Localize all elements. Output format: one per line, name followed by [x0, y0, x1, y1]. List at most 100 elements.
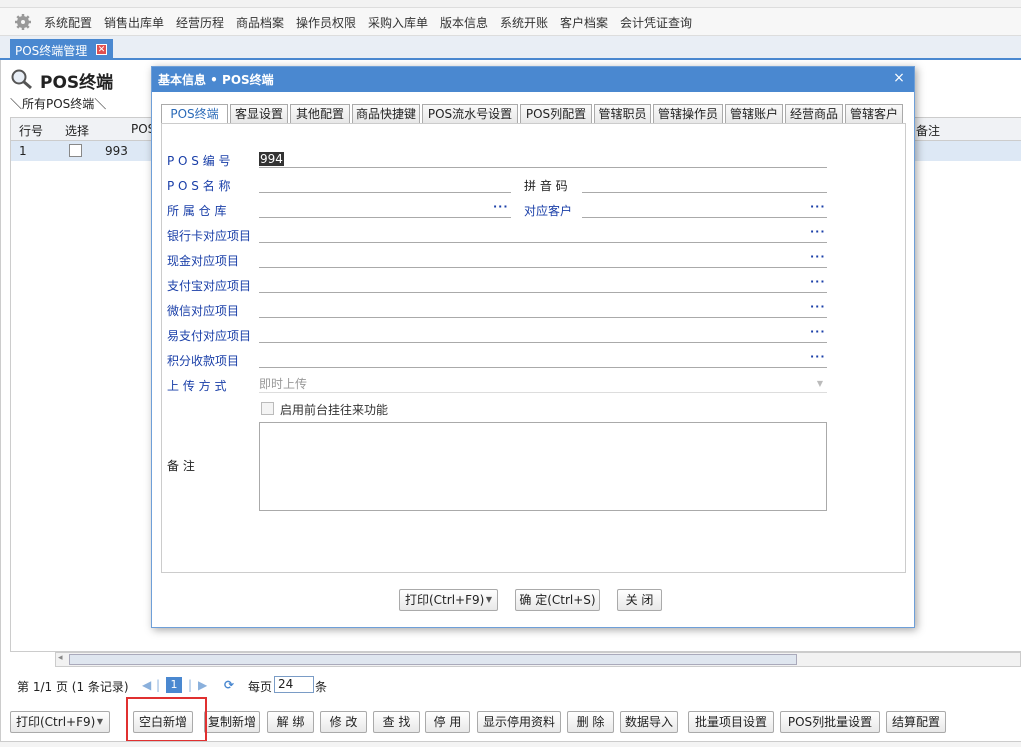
bank-card-lookup-icon[interactable]: ··· — [810, 225, 826, 238]
warehouse-label: 所 属 仓 库 — [167, 204, 227, 218]
dialog-close-button[interactable]: 关 闭 — [617, 589, 662, 611]
bank-card-item-label: 银行卡对应项目 — [167, 229, 252, 243]
tab-customer-display[interactable]: 客显设置 — [230, 104, 288, 124]
quick-toolbar: 系统配置 销售出库单 经营历程 商品档案 操作员权限 采购入库单 版本信息 系统… — [0, 8, 1021, 36]
chevron-down-icon: ▼ — [96, 717, 103, 726]
row-pos-no: 993 — [105, 144, 128, 158]
dialog-print-button[interactable]: 打印(Ctrl+F9) ▼ — [399, 589, 498, 611]
points-lookup-icon[interactable]: ··· — [810, 350, 826, 363]
data-import-button[interactable]: 数据导入 — [620, 711, 678, 733]
status-bar — [0, 741, 1021, 747]
tab-product-hotkeys[interactable]: 商品快捷键 — [352, 104, 420, 124]
tab-business-products[interactable]: 经营商品 — [785, 104, 843, 124]
tab-managed-operators[interactable]: 管辖操作员 — [653, 104, 723, 124]
customer-lookup-icon[interactable]: ··· — [810, 200, 826, 213]
pos-no-label: P O S 编 号 — [167, 154, 231, 168]
points-item-field[interactable] — [259, 351, 827, 368]
confirm-button[interactable]: 确 定(Ctrl+S) — [515, 589, 600, 611]
pos-name-label: P O S 名 称 — [167, 179, 231, 193]
bank-card-item-field[interactable] — [259, 226, 827, 243]
yipay-item-field[interactable] — [259, 326, 827, 343]
upload-mode-value: 即时上传 — [259, 377, 308, 391]
remark-label: 备 注 — [167, 459, 195, 473]
wechat-item-label: 微信对应项目 — [167, 304, 240, 318]
quick-link-purchase-inbound[interactable]: 采购入库单 — [368, 14, 428, 31]
tab-pos-terminal-management[interactable]: POS终端管理 ✕ — [10, 39, 113, 60]
customer-field[interactable] — [582, 201, 827, 218]
settlement-config-button[interactable]: 结算配置 — [886, 711, 946, 733]
edit-button[interactable]: 修 改 — [320, 711, 367, 733]
quick-link-customer-archive[interactable]: 客户档案 — [560, 14, 608, 31]
tab-managed-accounts[interactable]: 管辖账户 — [725, 104, 783, 124]
upload-mode-select[interactable]: 即时上传 ▼ — [259, 376, 827, 393]
warehouse-field[interactable] — [259, 201, 511, 218]
page-size-input[interactable]: 24 — [274, 676, 314, 693]
pos-no-field[interactable]: 994 — [259, 151, 827, 168]
close-icon[interactable]: ✕ — [96, 44, 107, 55]
show-disabled-button[interactable]: 显示停用资料 — [477, 711, 561, 733]
tab-managed-staff[interactable]: 管辖职员 — [594, 104, 651, 124]
pinyin-label: 拼 音 码 — [524, 179, 568, 193]
copy-new-button[interactable]: 复制新增 — [204, 711, 260, 733]
next-page-icon[interactable]: ▶ — [198, 678, 207, 692]
quick-link-product-archive[interactable]: 商品档案 — [236, 14, 284, 31]
remark-textarea[interactable] — [259, 422, 827, 511]
find-button[interactable]: 查 找 — [373, 711, 420, 733]
magnifier-icon — [11, 69, 32, 90]
column-header-remark[interactable]: 备注 — [916, 122, 940, 139]
tab-other-config[interactable]: 其他配置 — [290, 104, 350, 124]
disable-button[interactable]: 停 用 — [425, 711, 470, 733]
enable-front-credit-checkbox[interactable] — [261, 402, 274, 415]
batch-item-settings-button[interactable]: 批量项目设置 — [688, 711, 774, 733]
scrollbar-thumb[interactable] — [69, 654, 797, 665]
column-header-select[interactable]: 选择 — [65, 122, 89, 139]
quick-link-sales-outbound[interactable]: 销售出库单 — [104, 14, 164, 31]
column-header-line-no[interactable]: 行号 — [19, 122, 43, 139]
cash-item-field[interactable] — [259, 251, 827, 268]
tab-managed-customers[interactable]: 管辖客户 — [845, 104, 903, 124]
pager: 第 1/1 页 (1 条记录) ◀ | 1 | ▶ ⟳ 每页 24 条 — [10, 675, 1021, 697]
tab-pos-serial-settings[interactable]: POS流水号设置 — [422, 104, 518, 124]
quick-link-system-opening[interactable]: 系统开账 — [500, 14, 548, 31]
page-divider: | — [188, 678, 193, 692]
quick-link-operator-permission[interactable]: 操作员权限 — [296, 14, 356, 31]
close-icon[interactable]: × — [892, 71, 906, 86]
yipay-item-label: 易支付对应项目 — [167, 329, 252, 343]
pos-name-field[interactable] — [259, 176, 511, 193]
wechat-item-field[interactable] — [259, 301, 827, 318]
enable-front-credit-label: 启用前台挂往来功能 — [280, 403, 389, 417]
warehouse-lookup-icon[interactable]: ··· — [493, 200, 509, 213]
quick-link-voucher-query[interactable]: 会计凭证查询 — [620, 14, 692, 31]
row-select-checkbox[interactable] — [69, 144, 82, 157]
menu-bar — [0, 0, 1021, 8]
alipay-item-label: 支付宝对应项目 — [167, 279, 252, 293]
gear-icon[interactable] — [14, 13, 32, 31]
quick-link-system-config[interactable]: 系统配置 — [44, 14, 92, 31]
horizontal-scrollbar[interactable]: ◂ — [55, 652, 1021, 667]
wechat-lookup-icon[interactable]: ··· — [810, 300, 826, 313]
current-page-button[interactable]: 1 — [166, 677, 182, 693]
tab-pos-column-config[interactable]: POS列配置 — [520, 104, 592, 124]
cash-lookup-icon[interactable]: ··· — [810, 250, 826, 263]
cash-item-label: 现金对应项目 — [167, 254, 240, 268]
print-dropdown-button[interactable]: 打印(Ctrl+F9) ▼ — [10, 711, 110, 733]
page-divider: | — [156, 678, 161, 692]
tab-pos-terminal[interactable]: POS终端 — [161, 104, 228, 125]
prev-page-icon[interactable]: ◀ — [142, 678, 151, 692]
document-tab-strip: POS终端管理 ✕ — [0, 36, 1021, 60]
refresh-icon[interactable]: ⟳ — [224, 678, 234, 692]
unbind-button[interactable]: 解 绑 — [267, 711, 314, 733]
breadcrumb[interactable]: ＼所有POS终端＼ — [10, 95, 106, 112]
alipay-item-field[interactable] — [259, 276, 827, 293]
yipay-lookup-icon[interactable]: ··· — [810, 325, 826, 338]
quick-link-business-history[interactable]: 经营历程 — [176, 14, 224, 31]
points-item-label: 积分收款项目 — [167, 354, 240, 368]
print-label: 打印(Ctrl+F9) — [16, 715, 96, 729]
pinyin-field[interactable] — [582, 176, 827, 193]
scroll-left-arrow-icon[interactable]: ◂ — [58, 653, 63, 663]
pos-column-batch-settings-button[interactable]: POS列批量设置 — [780, 711, 880, 733]
quick-link-version-info[interactable]: 版本信息 — [440, 14, 488, 31]
alipay-lookup-icon[interactable]: ··· — [810, 275, 826, 288]
pos-no-value: 994 — [259, 152, 284, 166]
delete-button[interactable]: 删 除 — [567, 711, 614, 733]
